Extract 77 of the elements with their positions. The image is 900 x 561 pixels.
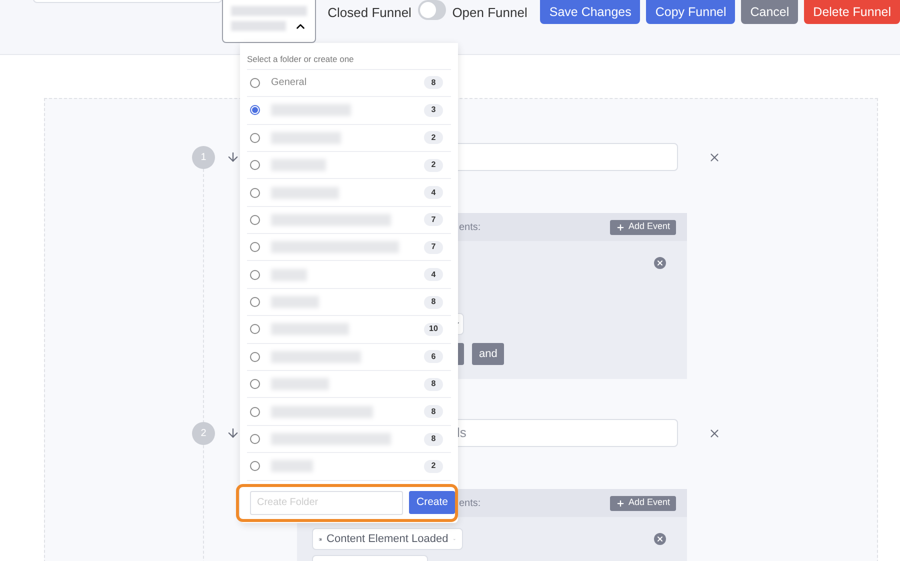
blurred-text [230,21,286,31]
action-button[interactable]: Delete Funnel [804,0,900,24]
count-badge: 2 [424,131,443,144]
radio[interactable] [250,297,260,308]
folder-option[interactable]: 8 [247,398,451,426]
folder-name: General [271,76,307,90]
folder-option[interactable]: 10 [247,316,451,344]
radio[interactable] [250,270,260,280]
count-badge: 2 [424,460,443,473]
toggle-right-label: Open Funnel [452,4,528,22]
toggle-left-label: Closed Funnel [328,4,412,22]
arrow-down-icon[interactable] [226,150,240,164]
blurred-text [271,460,313,472]
close-icon[interactable] [708,426,721,440]
action-button[interactable]: Cancel [741,0,798,24]
radio[interactable] [250,461,260,472]
blurred-text [271,378,329,390]
folder-option[interactable]: 2 [247,124,451,152]
add-event-button[interactable]: Add Event [610,496,676,510]
radio[interactable] [250,352,260,362]
folder-option[interactable]: 2 [247,453,451,481]
count-badge: 3 [424,104,443,117]
folder-option[interactable]: 8 [247,288,451,316]
count-badge: 7 [424,240,443,254]
blurred-text [271,132,341,144]
and-button[interactable]: and [472,343,504,365]
folder-option[interactable]: 2 [247,152,451,180]
radio[interactable] [250,324,260,334]
remove-icon[interactable] [654,257,666,269]
count-badge: 2 [424,158,443,172]
count-badge: 4 [424,186,443,199]
folder-option[interactable]: 4 [247,179,451,207]
radio[interactable] [250,242,260,252]
action-button[interactable]: Copy Funnel [646,0,736,24]
count-badge: 6 [424,350,443,364]
radio[interactable] [250,379,260,390]
close-icon[interactable] [708,150,721,164]
create-button[interactable]: Create [409,491,455,514]
blurred-text [271,159,326,172]
plus-icon [616,498,626,508]
plus-icon [616,222,626,232]
count-badge: 4 [424,268,443,282]
count-badge: 8 [424,378,443,391]
count-badge: 8 [424,296,443,309]
count-badge: 8 [424,76,443,90]
radio[interactable] [250,105,260,116]
count-badge: 7 [424,213,443,226]
radio[interactable] [250,406,260,417]
blurred-text [271,186,339,198]
remove-icon[interactable] [654,533,666,545]
radio[interactable] [250,160,260,170]
folder-option[interactable]: 8 [247,371,451,398]
folder-option[interactable]: 6 [247,344,451,372]
trigger-select[interactable]: Content Element Loaded [312,528,463,550]
funnel-toggle[interactable] [418,0,446,20]
folder-option[interactable]: 4 [247,261,451,289]
folder-option[interactable]: 7 [247,234,451,262]
radio[interactable] [250,188,260,198]
radio[interactable] [250,132,260,143]
count-badge: 10 [424,322,443,336]
radio[interactable] [250,78,260,88]
add-event-button[interactable]: Add Event [610,220,676,234]
folder-option[interactable]: General 8 [247,70,451,98]
radio[interactable] [250,434,260,444]
folder-option[interactable]: 7 [247,206,451,234]
radio[interactable] [250,214,260,225]
events-label: ents: [459,496,481,510]
folder-option[interactable]: 3 [247,97,451,125]
count-badge: 8 [424,432,443,446]
events-label: ents: [459,220,481,234]
folder-select[interactable] [222,0,316,43]
blurred-text [271,268,307,281]
count-badge: 8 [424,405,443,418]
action-button[interactable]: Save Changes [540,0,640,24]
menu-heading: Select a folder or create one [247,53,355,66]
blurred-text [271,296,319,308]
folder-option[interactable]: 8 [247,426,451,454]
